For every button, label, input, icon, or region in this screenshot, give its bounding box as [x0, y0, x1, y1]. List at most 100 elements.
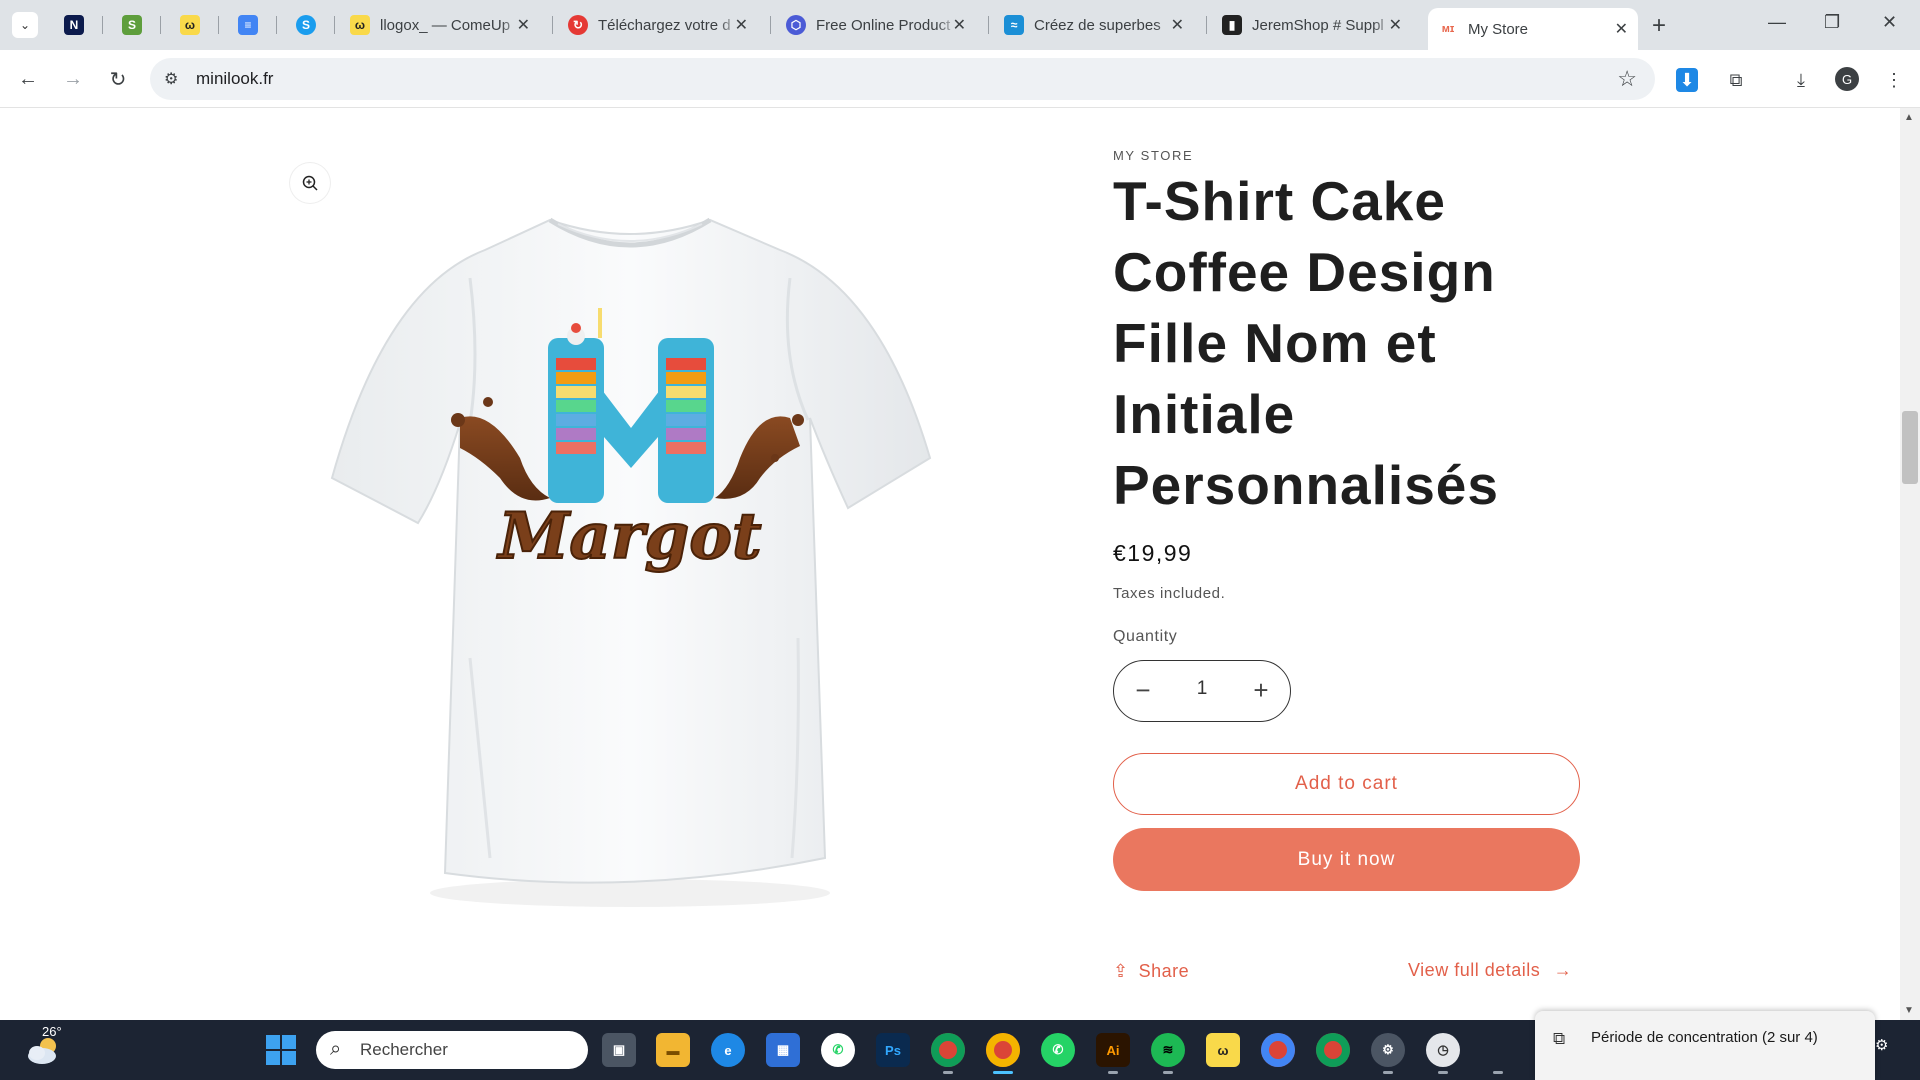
arrow-right-icon: → — [1553, 960, 1573, 980]
store-icon: ᴍɪ — [1441, 23, 1455, 35]
tab-title: Créez de superbes — [1034, 16, 1161, 34]
bottle-icon: ▮ — [1222, 15, 1242, 35]
quantity-stepper: − 1 + — [1113, 660, 1291, 722]
address-bar[interactable]: ⚙ minilook.fr ☆ — [150, 58, 1655, 100]
tab-comeup[interactable]: ω llogox_ — ComeUp ✕ — [340, 8, 540, 42]
tab-search-icon[interactable]: ⌄ — [12, 12, 38, 38]
spotify-icon[interactable]: ≋ — [1151, 1033, 1185, 1067]
profile-avatar[interactable]: G — [1835, 67, 1859, 91]
file-explorer-icon[interactable]: ▬ — [656, 1033, 690, 1067]
restore-icon[interactable]: ❐ — [1824, 12, 1840, 33]
view-full-details-link[interactable]: View full details → — [1408, 960, 1572, 981]
extensions-puzzle-icon[interactable]: ⧉ — [1722, 66, 1750, 94]
product-price: €19,99 — [1113, 540, 1193, 566]
running-indicator — [1163, 1071, 1173, 1074]
tab-my-store[interactable]: ᴍɪ My Store ✕ — [1428, 8, 1638, 50]
tab-separator — [988, 16, 989, 34]
illustrator-icon[interactable]: Ai — [1096, 1033, 1130, 1067]
reload-icon[interactable]: ↻ — [103, 64, 133, 94]
whatsapp-icon[interactable]: ✆ — [821, 1033, 855, 1067]
photoshop-icon[interactable]: Ps — [876, 1033, 910, 1067]
extension-download-icon[interactable]: ⬇ — [1676, 68, 1698, 92]
windows-start-icon[interactable] — [266, 1035, 296, 1065]
task-view-icon[interactable]: ▣ — [602, 1033, 636, 1067]
bookmark-star-icon[interactable]: ☆ — [1617, 66, 1637, 92]
product-title: T-Shirt Cake Coffee Design Fille Nom et … — [1113, 170, 1499, 516]
share-button[interactable]: ⇪ Share — [1113, 961, 1189, 982]
window-close-icon[interactable]: ✕ — [1882, 12, 1897, 33]
back-icon[interactable]: ← — [13, 64, 43, 94]
store-app-icon[interactable]: ▦ — [766, 1033, 800, 1067]
settings-icon[interactable]: ⚙ — [1371, 1033, 1405, 1067]
browser-toolbar: ← → ↻ ⚙ minilook.fr ☆ — [0, 50, 1920, 108]
download-red-icon: ↻ — [568, 15, 588, 35]
comeup-icon: ω — [350, 15, 370, 35]
weather-temperature: 26° — [42, 1024, 62, 1039]
edge-icon[interactable]: e — [711, 1033, 745, 1067]
product-image[interactable]: Margot — [320, 158, 940, 948]
running-indicator — [1383, 1071, 1393, 1074]
tab-jeremshop[interactable]: ▮ JeremShop # Suppl ✕ — [1212, 8, 1412, 42]
close-icon[interactable]: ✕ — [1615, 19, 1628, 39]
plus-icon[interactable]: + — [1246, 675, 1276, 705]
tray-settings-icon[interactable]: ⚙ — [1875, 1036, 1888, 1054]
share-label: Share — [1138, 961, 1190, 981]
tab-free-online-product[interactable]: ⬡ Free Online Product ✕ — [776, 8, 976, 42]
scroll-thumb[interactable] — [1902, 411, 1918, 484]
tab-creez[interactable]: ≈ Créez de superbes ✕ — [994, 8, 1194, 42]
chrome-2-icon[interactable] — [1261, 1033, 1295, 1067]
product-page: Margot MY STORE T-Shirt Cake Coffee Desi… — [0, 108, 1900, 1020]
minimize-icon[interactable]: — — [1768, 12, 1786, 33]
tab-separator — [276, 16, 277, 34]
search-icon: ⌕ — [330, 1038, 342, 1060]
new-tab-icon[interactable]: + — [1652, 12, 1666, 40]
pinned-tab-n[interactable]: N — [60, 11, 88, 39]
close-icon[interactable]: ✕ — [953, 15, 966, 35]
site-info-icon[interactable]: ⚙ — [164, 69, 178, 89]
forward-icon[interactable]: → — [58, 64, 88, 94]
clock-icon[interactable]: ◷ — [1426, 1033, 1460, 1067]
docs-icon: ≡ — [238, 15, 258, 35]
taskbar-search-input[interactable]: ⌕ Rechercher — [316, 1031, 588, 1069]
chrome-profile-icon[interactable] — [986, 1033, 1020, 1067]
tab-separator — [770, 16, 771, 34]
close-icon[interactable]: ✕ — [1389, 15, 1402, 35]
chrome-3-icon[interactable] — [1316, 1033, 1350, 1067]
view-details-label: View full details — [1408, 960, 1541, 980]
close-icon[interactable]: ✕ — [1171, 15, 1184, 35]
tax-note: Taxes included. — [1113, 585, 1226, 602]
tab-separator — [552, 16, 553, 34]
pinned-tab-skype[interactable]: S — [292, 11, 320, 39]
quantity-input[interactable]: 1 — [1174, 678, 1230, 700]
focus-icon: ⧉ — [1553, 1029, 1566, 1048]
tab-separator — [160, 16, 161, 34]
tab-separator — [334, 16, 335, 34]
running-indicator — [1438, 1071, 1448, 1074]
close-icon[interactable]: ✕ — [735, 15, 748, 35]
scroll-up-icon[interactable]: ▲ — [1904, 112, 1914, 123]
minus-icon[interactable]: − — [1128, 675, 1158, 705]
pinned-tab-shopify[interactable]: S — [118, 11, 146, 39]
running-indicator — [943, 1071, 953, 1074]
page-scrollbar[interactable]: ▲ ▼ — [1900, 108, 1920, 1020]
downloads-icon[interactable]: ⤓ — [1787, 66, 1815, 94]
notification-text: Période de concentration (2 sur 4) — [1591, 1029, 1818, 1046]
tab-telechargez[interactable]: ↻ Téléchargez votre d ✕ — [558, 8, 758, 42]
tab-title: llogox_ — ComeUp — [380, 16, 511, 34]
chrome-icon[interactable] — [931, 1033, 965, 1067]
pinned-tab-docs[interactable]: ≡ — [234, 11, 262, 39]
focus-session-notification[interactable]: ⧉ Période de concentration (2 sur 4) — [1535, 1011, 1875, 1080]
skype-icon: S — [296, 15, 316, 35]
menu-kebab-icon[interactable]: ⋮ — [1880, 66, 1908, 94]
comeup-app-icon[interactable]: ω — [1206, 1033, 1240, 1067]
close-icon[interactable]: ✕ — [517, 15, 530, 35]
buy-now-button[interactable]: Buy it now — [1113, 828, 1580, 891]
shopify-icon: S — [122, 15, 142, 35]
add-to-cart-button[interactable]: Add to cart — [1113, 753, 1580, 815]
whatsapp-desktop-icon[interactable]: ✆ — [1041, 1033, 1075, 1067]
scroll-down-icon[interactable]: ▼ — [1904, 1005, 1914, 1016]
pinned-tab-comeup[interactable]: ω — [176, 11, 204, 39]
hexagon-icon: ⬡ — [786, 15, 806, 35]
tab-separator — [218, 16, 219, 34]
url-text: minilook.fr — [196, 69, 274, 88]
